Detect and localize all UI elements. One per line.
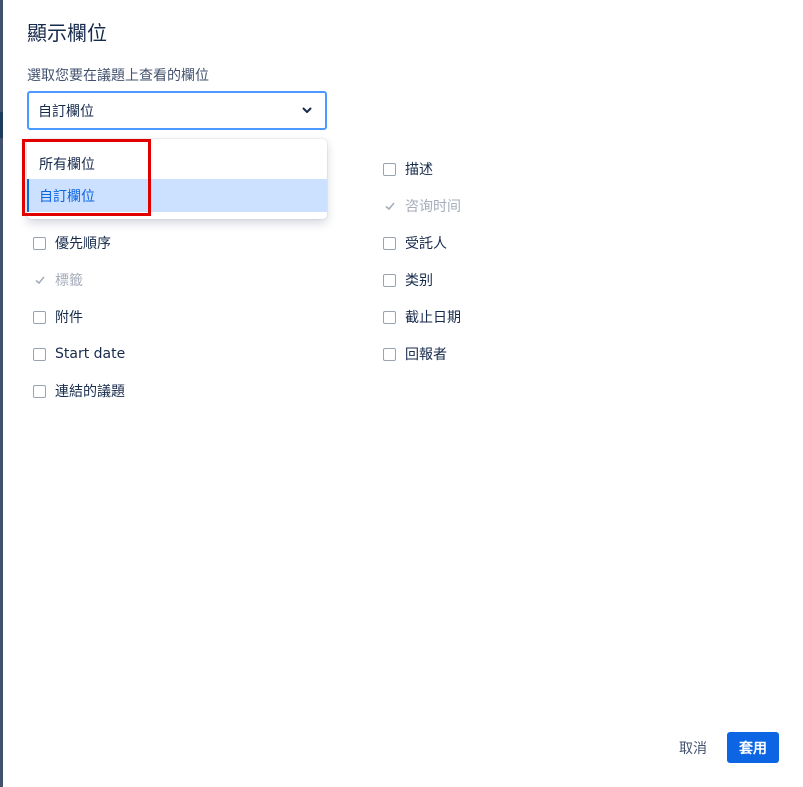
cancel-button[interactable]: 取消 — [670, 733, 716, 763]
checkbox[interactable] — [33, 236, 46, 250]
field-label: 描述 — [405, 162, 433, 178]
checkbox[interactable] — [33, 310, 46, 324]
field-label: Start date — [55, 346, 126, 362]
field-checkbox-linked-issues[interactable]: 連結的議題 — [27, 381, 125, 401]
field-checkbox-start-date[interactable]: Start date — [27, 344, 125, 364]
select-dropdown-menu: 所有欄位 自訂欄位 — [27, 139, 327, 219]
field-label: 標籤 — [55, 273, 83, 289]
field-checkbox-labels: 標籤 — [27, 270, 83, 290]
field-label: 優先順序 — [55, 236, 111, 252]
background-page-edge — [0, 0, 3, 787]
field-set-select[interactable]: 自訂欄位 — [27, 91, 327, 130]
checkbox[interactable] — [383, 236, 396, 250]
field-checkbox-attachments[interactable]: 附件 — [27, 307, 83, 327]
field-checkbox-reporter[interactable]: 回報者 — [377, 344, 447, 364]
field-checkbox-priority[interactable]: 優先順序 — [27, 233, 111, 253]
option-all-fields[interactable]: 所有欄位 — [27, 147, 327, 180]
field-label: 受託人 — [405, 236, 447, 252]
checkbox — [33, 274, 46, 287]
checkbox[interactable] — [33, 384, 46, 398]
option-custom-fields[interactable]: 自訂欄位 — [27, 179, 327, 212]
checkbox[interactable] — [383, 162, 396, 176]
field-checkbox-due-date[interactable]: 截止日期 — [377, 307, 461, 327]
checkbox[interactable] — [383, 347, 396, 361]
field-selector-label: 選取您要在議題上查看的欄位 — [27, 68, 209, 84]
field-label: 咨询时间 — [405, 199, 461, 215]
field-checkbox-description[interactable]: 描述 — [377, 159, 433, 179]
checkbox[interactable] — [33, 347, 46, 361]
checkbox[interactable] — [383, 310, 396, 324]
apply-button[interactable]: 套用 — [727, 732, 779, 763]
field-label: 連結的議題 — [55, 384, 125, 400]
field-checkbox-consult-time: 咨询时间 — [377, 196, 461, 216]
field-label: 截止日期 — [405, 310, 461, 326]
field-checkbox-category[interactable]: 类别 — [377, 270, 433, 290]
dialog-title: 顯示欄位 — [27, 21, 107, 45]
field-checkbox-assignee[interactable]: 受託人 — [377, 233, 447, 253]
chevron-down-icon — [302, 107, 312, 113]
select-value: 自訂欄位 — [38, 103, 94, 120]
field-label: 类别 — [405, 273, 433, 289]
checkbox[interactable] — [383, 273, 396, 287]
checkbox — [383, 200, 396, 213]
check-icon — [34, 276, 45, 285]
field-label: 回報者 — [405, 347, 447, 363]
check-icon — [384, 202, 395, 211]
background-page-mark — [0, 112, 3, 138]
field-label: 附件 — [55, 310, 83, 326]
